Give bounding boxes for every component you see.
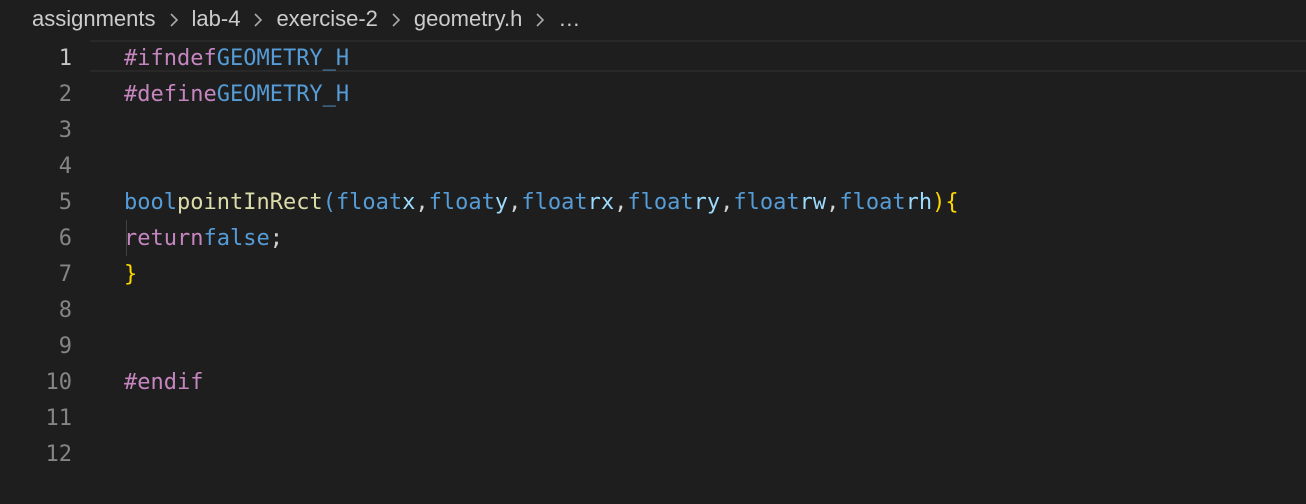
line-number: 12 xyxy=(45,441,73,467)
breadcrumb: assignments lab-4 exercise-2 geometry.h … xyxy=(0,0,1306,38)
code-content: #endif xyxy=(124,364,203,400)
code-line[interactable]: 9 xyxy=(0,328,1306,364)
bool-literal: false xyxy=(203,225,270,251)
code-content: #define GEOMETRY_H xyxy=(124,76,349,112)
code-line[interactable]: 1 #ifndef GEOMETRY_H xyxy=(0,40,1306,76)
code-editor[interactable]: 1 #ifndef GEOMETRY_H 2 #define GEOMETRY_… xyxy=(0,38,1306,504)
comma: , xyxy=(614,189,628,215)
close-brace: } xyxy=(124,261,138,287)
code-content: return false; xyxy=(124,220,283,256)
line-number: 3 xyxy=(58,117,72,143)
code-content: } xyxy=(124,256,137,292)
code-line[interactable]: 5 bool pointInRect(float x, float y, flo… xyxy=(0,184,1306,220)
macro-name: GEOMETRY_H xyxy=(216,45,350,71)
macro-name: GEOMETRY_H xyxy=(216,81,350,107)
code-line[interactable]: 11 xyxy=(0,400,1306,436)
chevron-right-icon xyxy=(522,6,558,32)
line-number: 9 xyxy=(58,333,72,359)
code-line[interactable]: 12 xyxy=(0,436,1306,472)
line-number: 11 xyxy=(45,405,73,431)
code-line[interactable]: 8 xyxy=(0,292,1306,328)
breadcrumb-item-exercise-2[interactable]: exercise-2 xyxy=(276,6,377,32)
code-line[interactable]: 2 #define GEOMETRY_H xyxy=(0,76,1306,112)
close-paren: ) xyxy=(932,189,946,215)
comma: , xyxy=(508,189,522,215)
code-line[interactable]: 4 xyxy=(0,148,1306,184)
param-type: float xyxy=(335,189,403,215)
code-line[interactable]: 7 } xyxy=(0,256,1306,292)
open-paren: ( xyxy=(322,189,336,215)
code-content: #ifndef GEOMETRY_H xyxy=(124,40,349,76)
line-number: 8 xyxy=(58,297,72,323)
breadcrumb-item-assignments[interactable]: assignments xyxy=(32,6,156,32)
param-name: rx xyxy=(587,189,615,215)
chevron-right-icon xyxy=(240,6,276,32)
code-content: bool pointInRect(float x, float y, float… xyxy=(124,184,959,220)
chevron-right-icon xyxy=(378,6,414,32)
param-type: float xyxy=(627,189,694,215)
line-number: 5 xyxy=(58,189,72,215)
function-name: pointInRect xyxy=(176,189,323,215)
line-number: 10 xyxy=(45,369,73,395)
code-line[interactable]: 6 return false; xyxy=(0,220,1306,256)
param-name: x xyxy=(402,189,416,215)
breadcrumb-item-geometry-h[interactable]: geometry.h xyxy=(414,6,522,32)
comma: , xyxy=(720,189,734,215)
open-brace: { xyxy=(945,189,959,215)
param-name: rh xyxy=(905,189,933,215)
return-type: bool xyxy=(124,189,177,215)
preprocessor-directive: #define xyxy=(124,81,217,107)
param-type: float xyxy=(521,189,588,215)
comma: , xyxy=(826,189,840,215)
line-number: 1 xyxy=(58,45,72,71)
line-number: 4 xyxy=(58,153,72,179)
comma: , xyxy=(415,189,429,215)
param-name: ry xyxy=(693,189,721,215)
preprocessor-directive: #endif xyxy=(124,369,204,395)
param-name: y xyxy=(494,189,509,215)
code-line[interactable]: 3 xyxy=(0,112,1306,148)
param-type: float xyxy=(428,189,495,215)
breadcrumb-item-lab-4[interactable]: lab-4 xyxy=(192,6,241,32)
breadcrumb-symbols-button[interactable]: … xyxy=(558,6,580,32)
param-name: rw xyxy=(799,189,827,215)
semicolon: ; xyxy=(269,225,283,251)
line-number: 6 xyxy=(58,225,72,251)
keyword: return xyxy=(124,225,204,251)
param-type: float xyxy=(733,189,800,215)
param-type: float xyxy=(839,189,906,215)
chevron-right-icon xyxy=(156,6,192,32)
line-number: 7 xyxy=(58,261,72,287)
preprocessor-directive: #ifndef xyxy=(124,45,217,71)
code-line[interactable]: 10 #endif xyxy=(0,364,1306,400)
line-number: 2 xyxy=(58,81,72,107)
